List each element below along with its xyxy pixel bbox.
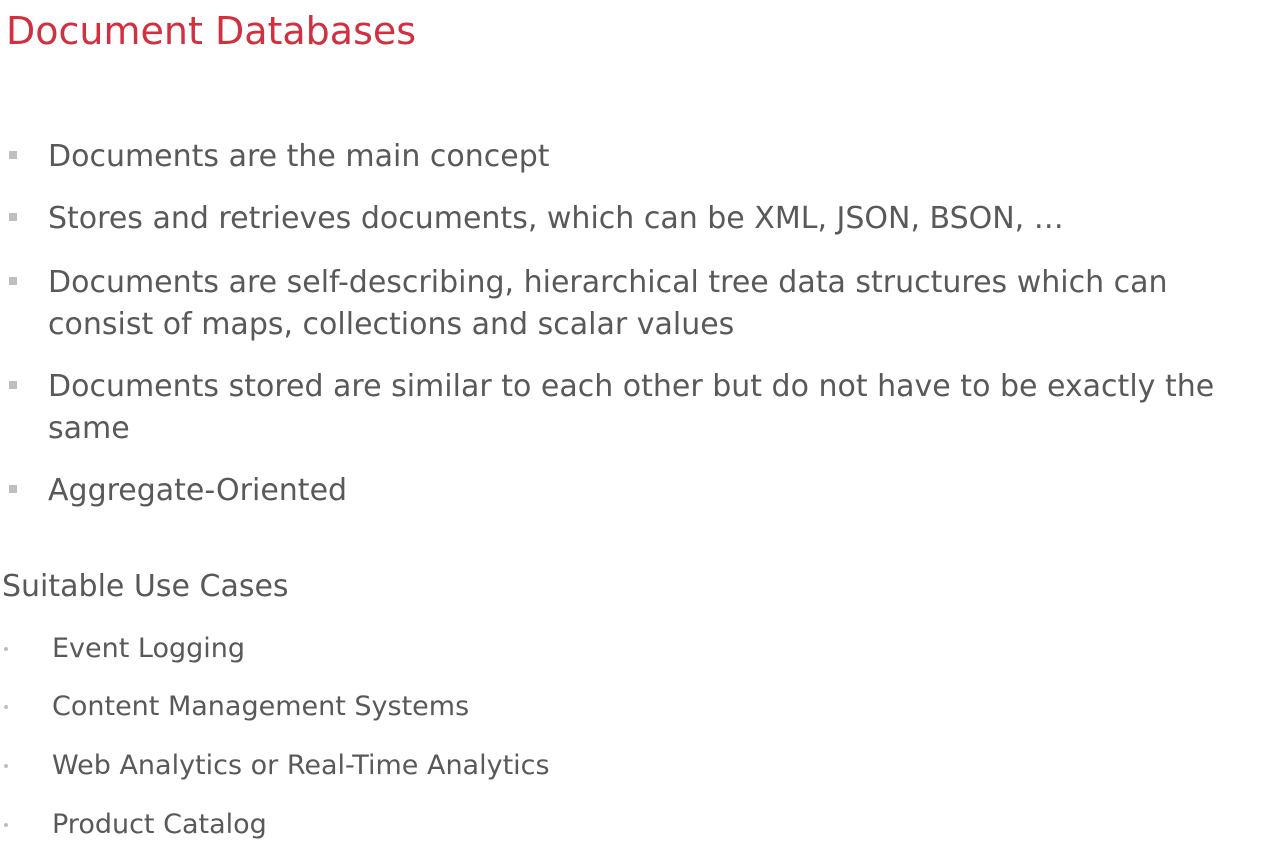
use-cases-heading: Suitable Use Cases <box>2 569 289 604</box>
dot-bullet-icon <box>4 764 8 768</box>
use-case-item: Content Management Systems <box>0 687 900 727</box>
square-bullet-icon <box>9 213 17 221</box>
bullet-text: Stores and retrieves documents, which ca… <box>48 201 1064 236</box>
use-case-item: Web Analytics or Real-Time Analytics <box>0 746 900 786</box>
dot-bullet-icon <box>4 823 8 827</box>
use-case-text: Product Catalog <box>52 809 267 840</box>
bullet-text: Aggregate-Oriented <box>48 473 348 508</box>
square-bullet-icon <box>9 151 17 159</box>
dot-bullet-icon <box>4 647 8 651</box>
bullet-text: Documents are self-describing, hierarchi… <box>48 265 1168 342</box>
square-bullet-icon <box>9 485 17 493</box>
bullet-text: Documents stored are similar to each oth… <box>48 369 1215 446</box>
use-case-item: Product Catalog <box>0 805 900 845</box>
bullet-text: Documents are the main concept <box>48 139 550 174</box>
slide-title: Document Databases <box>6 9 417 53</box>
use-case-text: Content Management Systems <box>52 691 470 722</box>
dot-bullet-icon <box>4 705 8 709</box>
use-case-text: Web Analytics or Real-Time Analytics <box>52 750 550 781</box>
use-case-item: Event Logging <box>0 629 900 669</box>
square-bullet-icon <box>9 381 17 389</box>
square-bullet-icon <box>9 277 17 285</box>
use-case-text: Event Logging <box>52 633 246 664</box>
